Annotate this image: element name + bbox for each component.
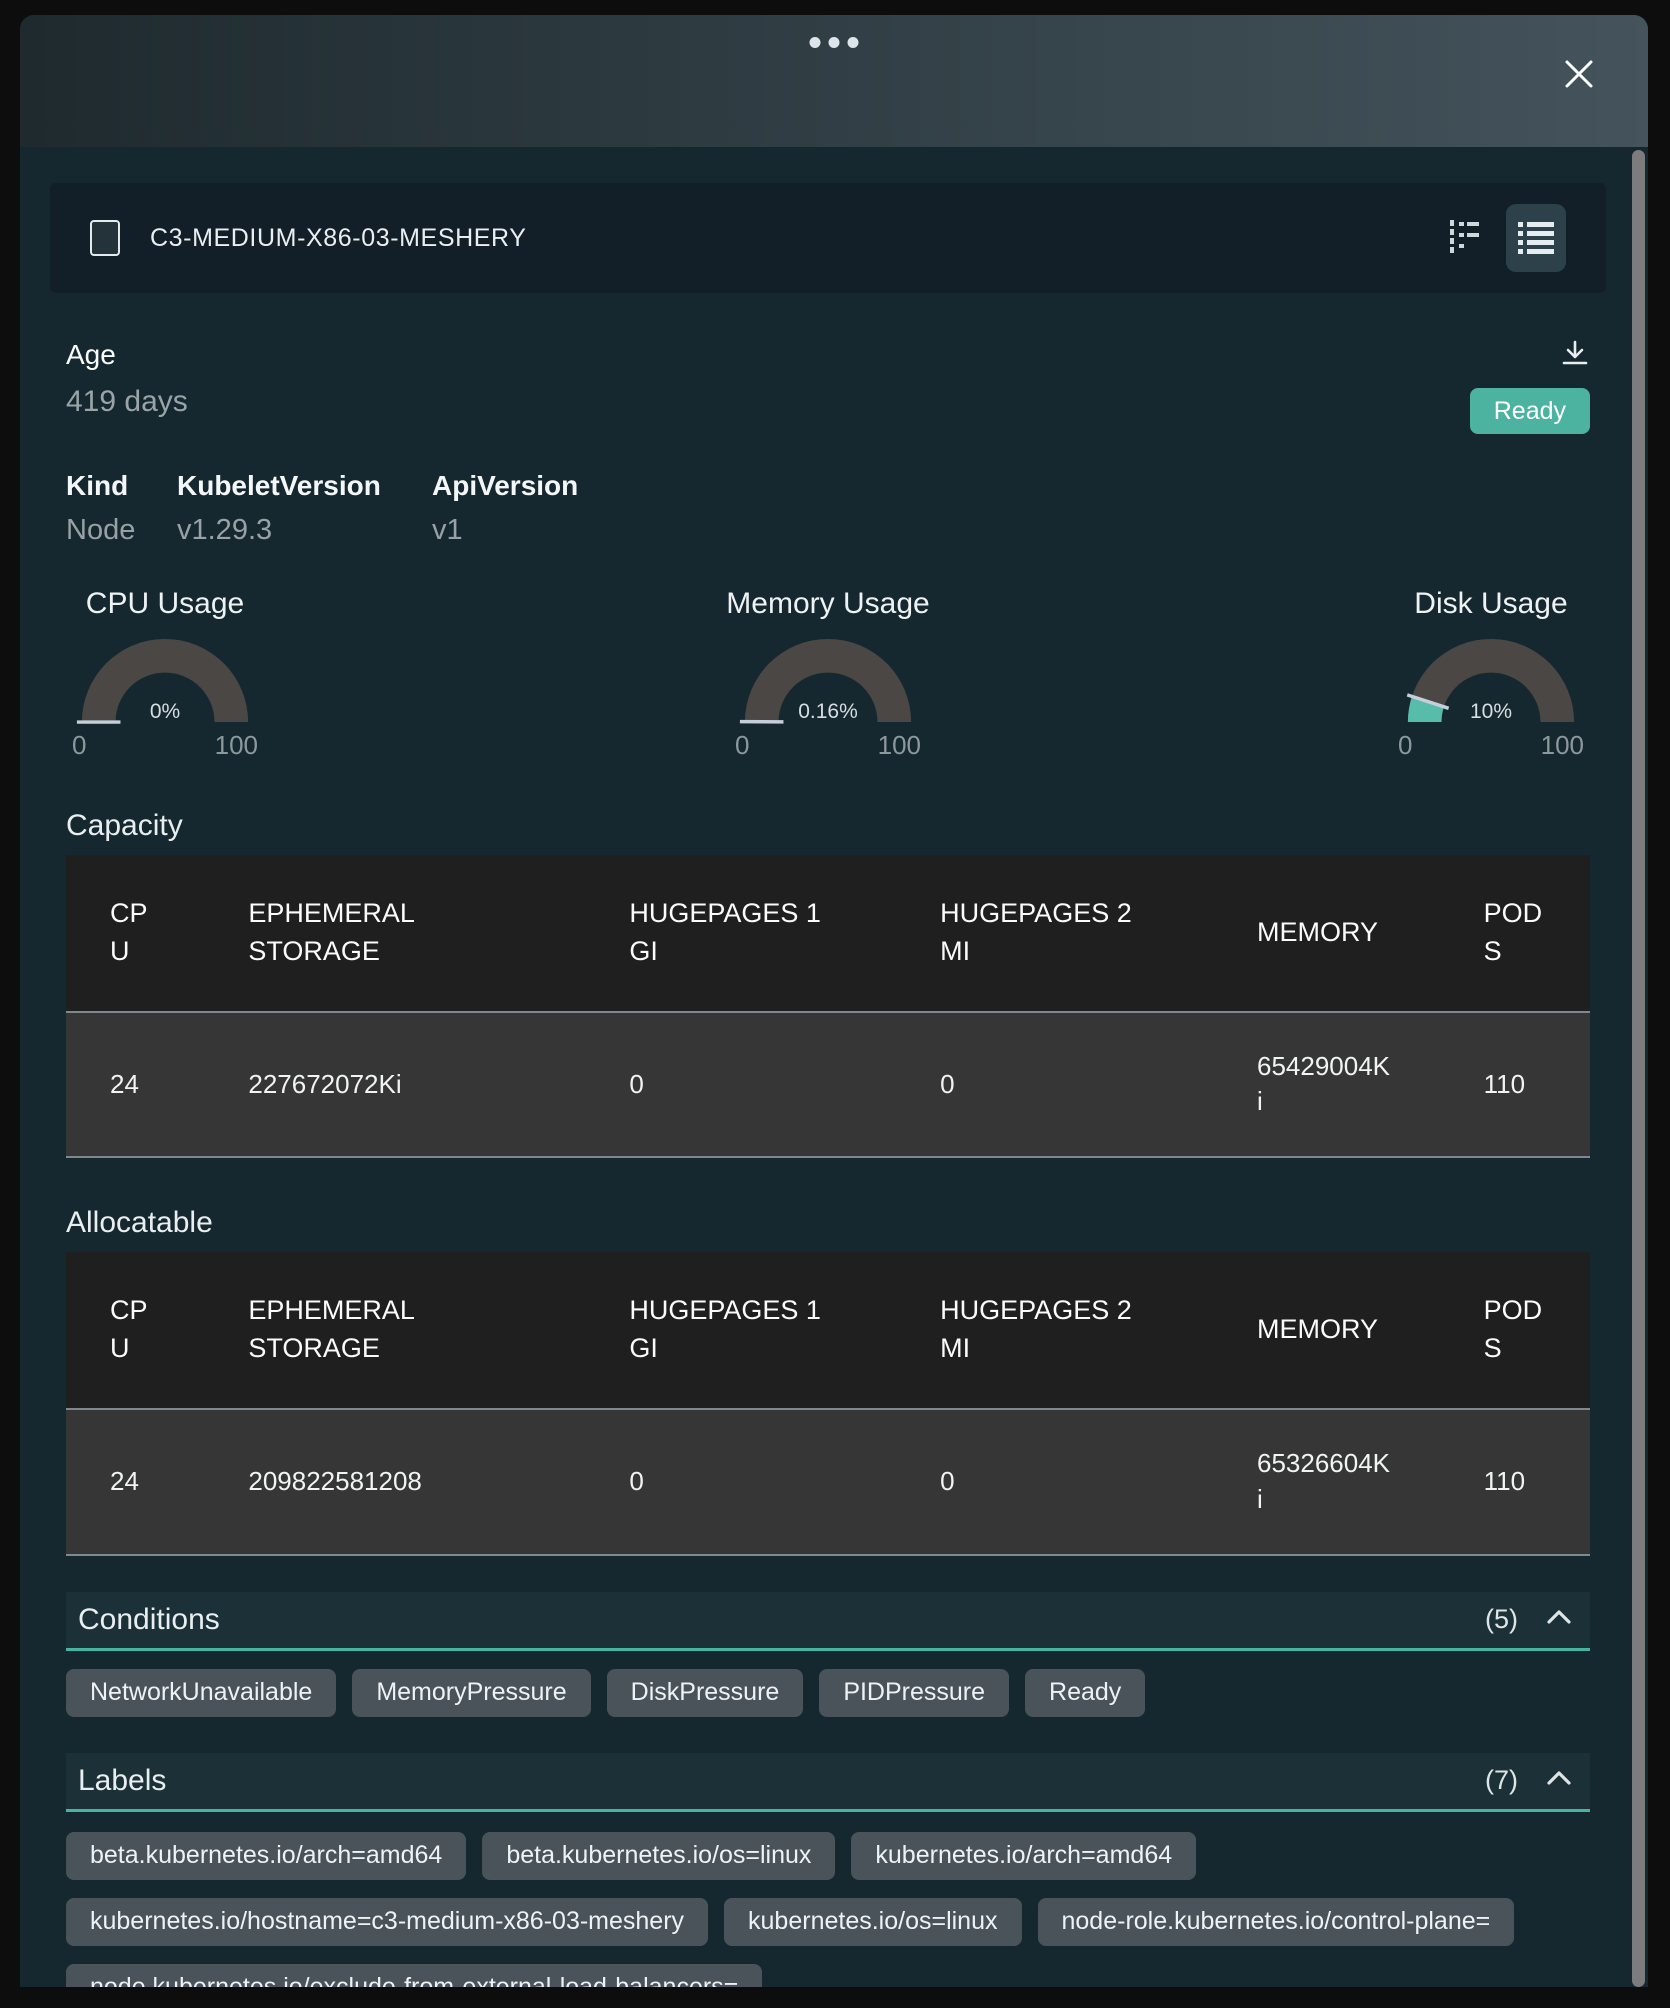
age-block: Age 419 days: [66, 339, 188, 419]
list-view-button[interactable]: [1506, 204, 1566, 272]
gauge-min: 0: [72, 730, 86, 761]
age-label: Age: [66, 339, 188, 371]
close-icon[interactable]: [1562, 57, 1596, 91]
label-chip: node.kubernetes.io/exclude-from-external…: [66, 1964, 762, 1987]
label-chip: kubernetes.io/os=linux: [724, 1898, 1021, 1946]
conditions-chips: NetworkUnavailable MemoryPressure DiskPr…: [66, 1669, 1590, 1717]
label-chip: kubernetes.io/hostname=c3-medium-x86-03-…: [66, 1898, 708, 1946]
column-header: HUGEPAGES 2 MI: [896, 1252, 1213, 1409]
condition-chip: PIDPressure: [819, 1669, 1009, 1717]
column-header: MEMORY: [1213, 1252, 1440, 1409]
column-header: MEMORY: [1213, 855, 1440, 1012]
column-header: HUGEPAGES 1 GI: [585, 1252, 896, 1409]
condition-chip: DiskPressure: [607, 1669, 804, 1717]
capacity-table: CPU EPHEMERAL STORAGE HUGEPAGES 1 GI HUG…: [66, 855, 1590, 1158]
labels-accordion-header[interactable]: Labels (7): [66, 1753, 1590, 1812]
cell-ephemeral-storage: 227672072Ki: [204, 1012, 585, 1158]
label-chip: kubernetes.io/arch=amd64: [851, 1832, 1196, 1880]
condensed-view-icon[interactable]: [1448, 218, 1484, 258]
gauge-value: 0.16%: [729, 700, 927, 724]
label-chip: beta.kubernetes.io/os=linux: [482, 1832, 835, 1880]
table-row: 24 227672072Ki 0 0 65429004Ki 110: [66, 1012, 1590, 1158]
dialog-header: [20, 15, 1648, 147]
column-header: CPU: [66, 855, 204, 1012]
node-select-checkbox[interactable]: [90, 220, 120, 256]
cell-cpu: 24: [66, 1012, 204, 1158]
cell-hugepages-2mi: 0: [896, 1409, 1213, 1555]
download-icon[interactable]: [1560, 339, 1590, 374]
label-chip: node-role.kubernetes.io/control-plane=: [1038, 1898, 1515, 1946]
node-title: C3-MEDIUM-X86-03-MESHERY: [150, 224, 1448, 253]
column-header: EPHEMERAL STORAGE: [204, 855, 585, 1012]
gauge-title: Disk Usage: [1414, 587, 1567, 621]
conditions-count: (5): [1485, 1604, 1518, 1635]
condition-chip: NetworkUnavailable: [66, 1669, 336, 1717]
label-chip: beta.kubernetes.io/arch=amd64: [66, 1832, 466, 1880]
gauge-max: 100: [215, 730, 258, 761]
field-value-kind: Node: [66, 514, 177, 547]
cpu-usage-gauge: CPU Usage 0% 0 100: [66, 587, 264, 761]
age-value: 419 days: [66, 385, 188, 419]
gauge-max: 100: [1541, 730, 1584, 761]
cell-memory: 65429004Ki: [1213, 1012, 1440, 1158]
cell-cpu: 24: [66, 1409, 204, 1555]
meta-fields: Kind Node KubeletVersion v1.29.3 ApiVers…: [66, 470, 1590, 547]
labels-title: Labels: [78, 1764, 166, 1798]
allocatable-header-row: CPU EPHEMERAL STORAGE HUGEPAGES 1 GI HUG…: [66, 1252, 1590, 1409]
table-row: 24 209822581208 0 0 65326604Ki 110: [66, 1409, 1590, 1555]
scrollbar-thumb[interactable]: [1632, 150, 1645, 1987]
gauge-min: 0: [735, 730, 749, 761]
drag-handle-dots-icon: [810, 37, 859, 48]
capacity-header-row: CPU EPHEMERAL STORAGE HUGEPAGES 1 GI HUG…: [66, 855, 1590, 1012]
condition-chip: Ready: [1025, 1669, 1145, 1717]
field-label-kind: Kind: [66, 470, 177, 502]
gauge-value: 10%: [1392, 700, 1590, 724]
gauge-max: 100: [878, 730, 921, 761]
field-value-apiversion: v1: [432, 514, 578, 547]
usage-gauges: CPU Usage 0% 0 100 Memory Usage: [66, 587, 1590, 761]
labels-chips: beta.kubernetes.io/arch=amd64 beta.kuber…: [66, 1832, 1590, 1987]
condition-chip: MemoryPressure: [352, 1669, 590, 1717]
cell-hugepages-1gi: 0: [585, 1012, 896, 1158]
column-header: CPU: [66, 1252, 204, 1409]
chevron-up-icon[interactable]: [1546, 1770, 1572, 1791]
cell-hugepages-2mi: 0: [896, 1012, 1213, 1158]
allocatable-table: CPU EPHEMERAL STORAGE HUGEPAGES 1 GI HUG…: [66, 1252, 1590, 1555]
column-header: HUGEPAGES 2 MI: [896, 855, 1213, 1012]
gauge-title: CPU Usage: [86, 587, 244, 621]
capacity-heading: Capacity: [66, 809, 1590, 843]
gauge-title: Memory Usage: [726, 587, 929, 621]
conditions-title: Conditions: [78, 1603, 220, 1637]
cell-ephemeral-storage: 209822581208: [204, 1409, 585, 1555]
allocatable-heading: Allocatable: [66, 1206, 1590, 1240]
dialog-content: C3-MEDIUM-X86-03-MESHERY: [20, 147, 1648, 1987]
node-details-dialog: C3-MEDIUM-X86-03-MESHERY: [20, 15, 1648, 1987]
cell-pods: 110: [1440, 1409, 1590, 1555]
chevron-up-icon[interactable]: [1546, 1609, 1572, 1630]
field-value-kubeletversion: v1.29.3: [177, 514, 432, 547]
field-label-apiversion: ApiVersion: [432, 470, 578, 502]
column-header: HUGEPAGES 1 GI: [585, 855, 896, 1012]
labels-count: (7): [1485, 1765, 1518, 1796]
cell-hugepages-1gi: 0: [585, 1409, 896, 1555]
disk-usage-gauge: Disk Usage 10% 0 100: [1392, 587, 1590, 761]
column-header: EPHEMERAL STORAGE: [204, 1252, 585, 1409]
node-title-card: C3-MEDIUM-X86-03-MESHERY: [50, 183, 1606, 293]
column-header: PODS: [1440, 1252, 1590, 1409]
field-label-kubeletversion: KubeletVersion: [177, 470, 432, 502]
status-badge: Ready: [1470, 388, 1590, 434]
memory-usage-gauge: Memory Usage 0.16% 0 100: [729, 587, 927, 761]
column-header: PODS: [1440, 855, 1590, 1012]
cell-memory: 65326604Ki: [1213, 1409, 1440, 1555]
conditions-accordion-header[interactable]: Conditions (5): [66, 1592, 1590, 1651]
gauge-min: 0: [1398, 730, 1412, 761]
cell-pods: 110: [1440, 1012, 1590, 1158]
gauge-value: 0%: [66, 700, 264, 724]
